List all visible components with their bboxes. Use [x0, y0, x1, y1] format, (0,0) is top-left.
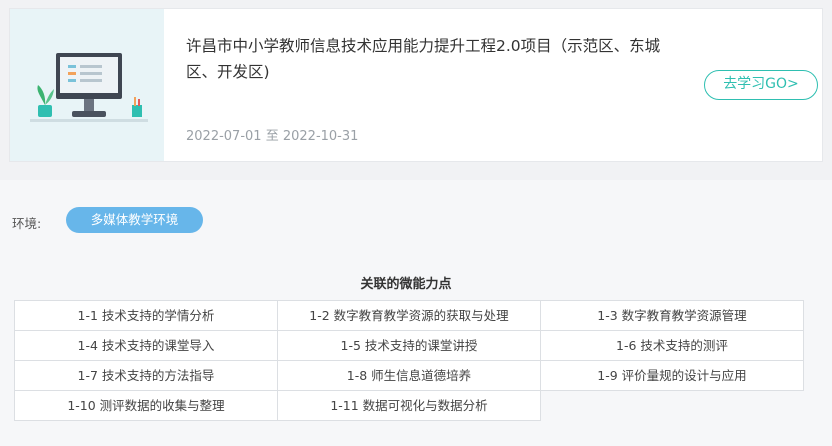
ability-cell: 1-2 数字教育教学资源的获取与处理 [278, 301, 541, 331]
abilities-grid: 1-1 技术支持的学情分析 1-2 数字教育教学资源的获取与处理 1-3 数字教… [14, 300, 804, 421]
ability-cell: 1-6 技术支持的测评 [541, 331, 804, 361]
ability-cell: 1-9 评价量规的设计与应用 [541, 361, 804, 391]
ability-cell: 1-10 测评数据的收集与整理 [15, 391, 278, 421]
date-separator: 至 [265, 129, 279, 144]
course-title[interactable]: 许昌市中小学教师信息技术应用能力提升工程2.0项目（示范区、东城区、开发区) [186, 33, 686, 85]
date-end: 2022-10-31 [282, 129, 359, 144]
desktop-computer-illustration-icon [30, 53, 148, 122]
ability-cell: 1-5 技术支持的课堂讲授 [278, 331, 541, 361]
date-start: 2022-07-01 [186, 129, 262, 144]
course-card[interactable]: 许昌市中小学教师信息技术应用能力提升工程2.0项目（示范区、东城区、开发区) 2… [9, 8, 823, 162]
abilities-title: 关联的微能力点 [360, 277, 452, 292]
go-study-button[interactable]: 去学习GO> [704, 70, 818, 100]
ability-cell: 1-3 数字教育教学资源管理 [541, 301, 804, 331]
course-thumbnail[interactable] [10, 9, 164, 161]
ability-cell: 1-7 技术支持的方法指导 [15, 361, 278, 391]
environment-label: 环境: [12, 216, 42, 231]
course-detail-section: 环境: 多媒体教学环境 关联的微能力点 1-1 技术支持的学情分析 1-2 数字… [0, 180, 832, 446]
environment-tag[interactable]: 多媒体教学环境 [66, 207, 203, 233]
empty-cell [541, 391, 804, 421]
ability-cell: 1-1 技术支持的学情分析 [15, 301, 278, 331]
ability-cell: 1-11 数据可视化与数据分析 [278, 391, 541, 421]
ability-cell: 1-4 技术支持的课堂导入 [15, 331, 278, 361]
ability-cell: 1-8 师生信息道德培养 [278, 361, 541, 391]
course-date-range: 2022-07-01 至 2022-10-31 [186, 125, 358, 144]
